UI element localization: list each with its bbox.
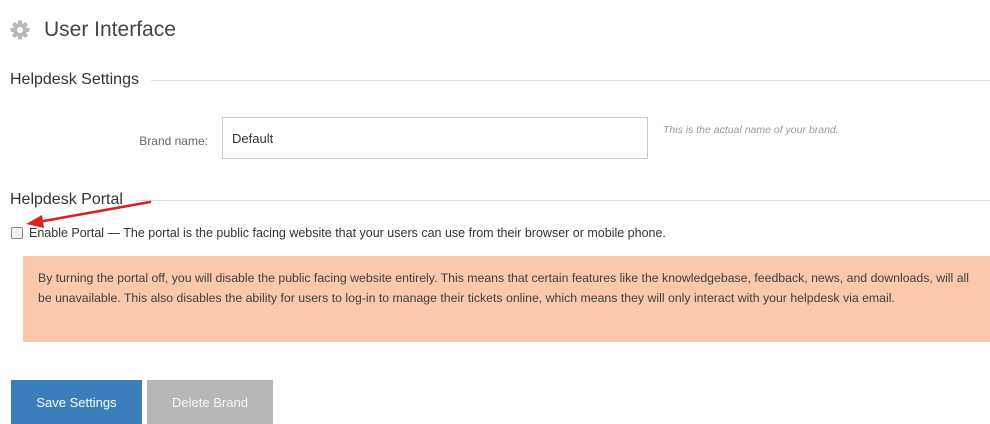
- helpdesk-settings-header: Helpdesk Settings: [10, 68, 990, 92]
- save-settings-button[interactable]: Save Settings: [11, 380, 142, 424]
- section-title: Helpdesk Settings: [10, 71, 139, 88]
- gear-icon: [10, 20, 30, 40]
- section-divider: [134, 199, 990, 201]
- helpdesk-portal-header: Helpdesk Portal: [10, 188, 990, 212]
- annotation-arrow: [26, 200, 152, 228]
- brand-name-input[interactable]: [222, 117, 648, 159]
- brand-name-label: Brand name:: [139, 134, 208, 148]
- brand-name-help: This is the actual name of your brand.: [663, 124, 839, 136]
- delete-brand-button[interactable]: Delete Brand: [147, 380, 273, 424]
- page-header: User Interface: [10, 14, 176, 46]
- section-divider: [150, 79, 990, 81]
- page-title: User Interface: [44, 18, 176, 41]
- portal-warning-alert: By turning the portal off, you will disa…: [23, 256, 990, 342]
